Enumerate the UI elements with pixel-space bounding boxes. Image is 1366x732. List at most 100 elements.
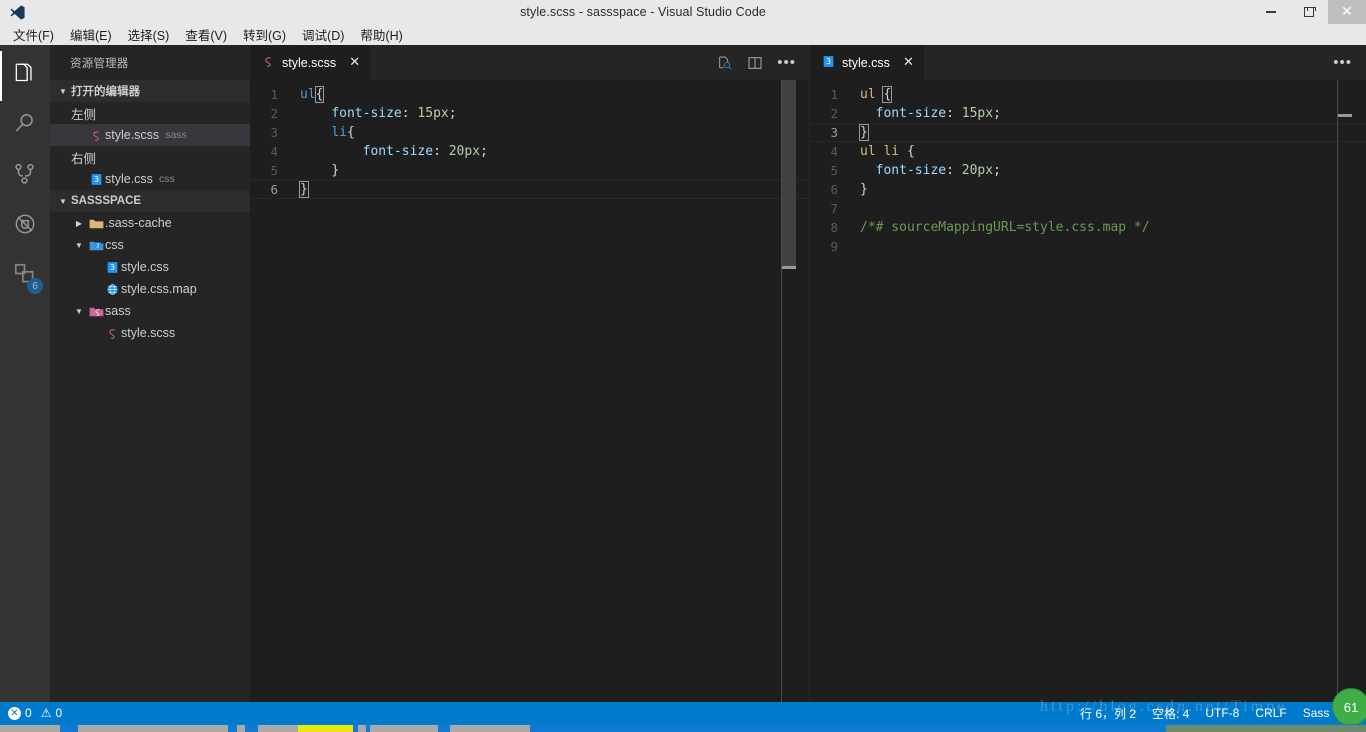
svg-text:3: 3 — [110, 263, 115, 272]
open-editor-name: style.css — [105, 172, 153, 186]
warning-icon: ⚠ — [40, 706, 52, 720]
editor-actions-left: ••• — [717, 45, 810, 80]
open-editor-style-scss[interactable]: style.scss sass — [50, 124, 250, 146]
status-bar: ✕ 0 ⚠ 0 行 6，列 2 空格: 4 UTF-8 CRLF Sass ☺ — [0, 702, 1366, 724]
line-content: font-size: 15px; — [875, 106, 1001, 121]
code-line: 7 — [810, 199, 1366, 218]
taskbar-item[interactable] — [358, 725, 366, 732]
close-button[interactable]: ✕ — [1328, 0, 1366, 24]
line-content: /*# sourceMappingURL=style.css.map */ — [860, 220, 1150, 235]
line-content: font-size: 20px; — [875, 163, 1001, 178]
sidebar-explorer: 资源管理器 ▼ 打开的编辑器 左侧 style.scss sass 右侧 3 s… — [50, 45, 250, 702]
open-editor-desc: sass — [165, 129, 187, 141]
menu-view[interactable]: 查看(V) — [177, 23, 235, 46]
tree-item-css-folder[interactable]: ▼ 3 css — [50, 234, 250, 256]
preview-icon[interactable] — [717, 55, 733, 71]
window-controls: ✕ — [1252, 0, 1366, 24]
taskbar-item[interactable] — [370, 725, 438, 732]
activity-bar: 6 — [0, 45, 50, 702]
menu-file[interactable]: 文件(F) — [5, 23, 62, 46]
folder-css-icon: 3 — [87, 239, 105, 252]
taskbar-item[interactable] — [0, 725, 60, 732]
tree-item-style-css[interactable]: 3 style.css — [50, 256, 250, 278]
line-number: 2 — [830, 106, 838, 121]
code-line: 9 — [810, 237, 1366, 256]
open-editors-group-left[interactable]: 左侧 — [50, 102, 250, 124]
svg-text:3: 3 — [96, 243, 99, 249]
notification-badge: 61 — [1332, 688, 1366, 726]
status-problems[interactable]: ✕ 0 ⚠ 0 — [8, 706, 62, 720]
code-editor-right[interactable]: 1 ul { 2 font-size: 15px; 3 } 4 ul li { … — [810, 80, 1366, 702]
open-editor-style-css[interactable]: 3 style.css css — [50, 168, 250, 190]
window-title: style.scss - sassspace - Visual Studio C… — [520, 5, 766, 19]
editor-group-right: 3 style.css ✕ ••• 1 ul { 2 font-size: 15… — [810, 45, 1366, 702]
line-content: font-size: 15px; — [331, 106, 457, 121]
line-content: } — [331, 163, 340, 178]
menu-selection[interactable]: 选择(S) — [120, 23, 178, 46]
tree-item-style-scss[interactable]: style.scss — [50, 322, 250, 344]
taskbar-item[interactable] — [237, 725, 245, 732]
open-editors-group-right[interactable]: 右侧 — [50, 146, 250, 168]
line-number: 6 — [830, 182, 838, 197]
section-workspace[interactable]: ▼ SASSSPACE — [50, 190, 250, 212]
more-actions-icon[interactable]: ••• — [777, 55, 796, 70]
tab-label: style.css — [842, 55, 890, 70]
line-content: ul li { — [860, 144, 915, 159]
activity-explorer[interactable] — [0, 51, 50, 101]
editor-scrollbar-left[interactable] — [781, 80, 796, 702]
activity-extensions[interactable]: 6 — [0, 251, 50, 301]
code-line: 4 ul li { — [810, 142, 1366, 161]
activity-source-control[interactable] — [0, 151, 50, 201]
status-eol[interactable]: CRLF — [1255, 706, 1286, 720]
taskbar-item[interactable] — [450, 725, 530, 732]
tree-item-sass-cache[interactable]: ▶ .sass-cache — [50, 212, 250, 234]
line-content: } — [299, 181, 309, 198]
split-editor-icon[interactable] — [747, 55, 763, 71]
tab-style-scss[interactable]: style.scss ✕ — [250, 45, 371, 80]
tab-close-icon[interactable]: ✕ — [349, 55, 360, 70]
code-line: 4 font-size: 20px; — [250, 142, 810, 161]
extensions-badge: 6 — [27, 278, 43, 294]
sidebar-title: 资源管理器 — [70, 57, 129, 70]
tree-item-sass-folder[interactable]: ▼ sass — [50, 300, 250, 322]
line-number: 6 — [270, 182, 278, 197]
folder-icon — [87, 217, 105, 230]
menu-edit[interactable]: 编辑(E) — [62, 23, 120, 46]
title-bar: style.scss - sassspace - Visual Studio C… — [0, 0, 1366, 24]
maximize-button[interactable] — [1290, 0, 1328, 24]
taskbar-item-active[interactable] — [298, 725, 353, 732]
folder-sass-icon — [87, 305, 105, 318]
group-right-label: 右侧 — [71, 151, 97, 166]
line-content: ul { — [860, 86, 893, 103]
minimize-button[interactable] — [1252, 0, 1290, 24]
css-file-icon: 3 — [103, 261, 121, 274]
editor-scrollbar-right[interactable] — [1337, 80, 1352, 702]
vscode-logo-icon — [0, 0, 34, 24]
more-actions-icon[interactable]: ••• — [1333, 55, 1352, 70]
taskbar-tray[interactable] — [1166, 725, 1366, 732]
code-editor-left[interactable]: 1 ul{ 2 font-size: 15px; 3 li{ 4 font-si… — [250, 80, 810, 702]
menu-help[interactable]: 帮助(H) — [352, 23, 410, 46]
line-content: li{ — [331, 125, 355, 140]
sass-file-icon — [262, 55, 275, 71]
tree-item-label: style.scss — [121, 326, 176, 340]
code-line: 2 font-size: 15px; — [810, 104, 1366, 123]
tab-close-icon[interactable]: ✕ — [903, 55, 914, 70]
taskbar-item[interactable] — [78, 725, 228, 732]
vscode-window: style.scss - sassspace - Visual Studio C… — [0, 0, 1366, 732]
status-language-mode[interactable]: Sass — [1303, 706, 1330, 720]
section-open-editors[interactable]: ▼ 打开的编辑器 — [50, 80, 250, 102]
menu-goto[interactable]: 转到(G) — [235, 23, 294, 46]
code-line: 5 } — [250, 161, 810, 180]
activity-search[interactable] — [0, 101, 50, 151]
tree-item-style-css-map[interactable]: style.css.map — [50, 278, 250, 300]
tab-style-css[interactable]: 3 style.css ✕ — [810, 45, 924, 80]
search-icon — [12, 111, 38, 142]
menu-debug[interactable]: 调试(D) — [294, 23, 352, 46]
activity-debug[interactable] — [0, 201, 50, 251]
line-content: ul{ — [300, 86, 325, 103]
status-cursor-position[interactable]: 行 6，列 2 — [1080, 705, 1136, 722]
status-encoding[interactable]: UTF-8 — [1205, 706, 1239, 720]
css-file-icon: 3 — [87, 173, 105, 186]
status-indentation[interactable]: 空格: 4 — [1152, 705, 1189, 722]
